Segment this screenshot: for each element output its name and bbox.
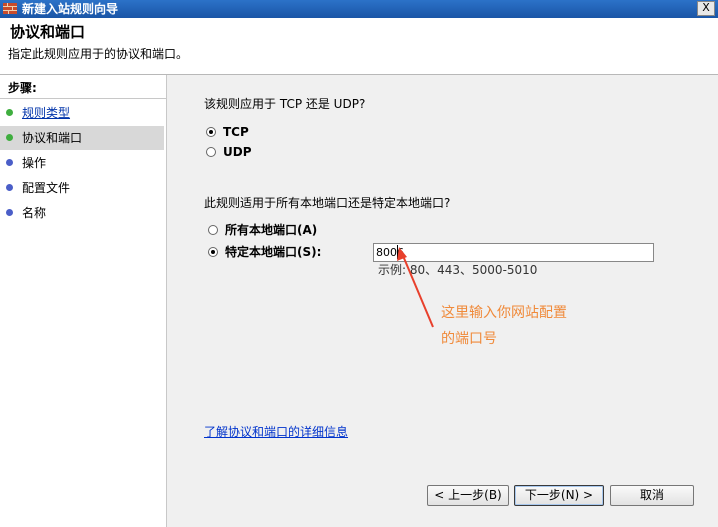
step-action: 操作 [0, 151, 164, 175]
annotation-line1: 这里输入你网站配置 [441, 305, 567, 321]
step-status-icon [6, 209, 13, 216]
step-status-icon [6, 184, 13, 191]
page-title: 协议和端口 [10, 23, 86, 41]
radio-indicator[interactable] [208, 247, 218, 257]
step-protocol-ports: 协议和端口 [0, 126, 164, 150]
radio-all-ports[interactable]: 所有本地端口(A) [206, 222, 406, 238]
firewall-icon [3, 3, 17, 14]
protocol-question: 该规则应用于 TCP 还是 UDP? [204, 97, 366, 111]
page-subtitle: 指定此规则应用于的协议和端口。 [8, 47, 189, 61]
steps-divider [0, 98, 166, 99]
cancel-button[interactable]: 取消 [610, 485, 694, 506]
step-label: 规则类型 [22, 106, 71, 120]
step-name: 名称 [0, 201, 164, 225]
step-label: 操作 [22, 156, 47, 170]
radio-udp[interactable]: UDP [204, 144, 324, 160]
radio-udp-label: UDP [223, 145, 252, 159]
learn-more-link[interactable]: 了解协议和端口的详细信息 [204, 424, 348, 440]
step-status-icon [6, 134, 13, 141]
radio-indicator[interactable] [206, 127, 216, 137]
radio-indicator[interactable] [206, 147, 216, 157]
step-label: 协议和端口 [22, 131, 83, 145]
radio-specific-ports[interactable]: 特定本地端口(S): [206, 244, 366, 260]
annotation-line2: 的端口号 [441, 331, 497, 347]
radio-specific-ports-label: 特定本地端口(S): [225, 245, 322, 259]
radio-indicator[interactable] [208, 225, 218, 235]
step-rule-type[interactable]: 规则类型 [0, 101, 164, 125]
step-label: 配置文件 [22, 181, 71, 195]
annotation-arrow [397, 247, 434, 328]
close-button[interactable]: X [697, 1, 715, 16]
steps-heading: 步骤: [8, 81, 37, 95]
back-button[interactable]: < 上一步(B) [427, 485, 509, 506]
step-label: 名称 [22, 206, 47, 220]
step-status-icon [6, 159, 13, 166]
radio-all-ports-label: 所有本地端口(A) [225, 223, 318, 237]
step-status-icon [6, 109, 13, 116]
ports-question: 此规则适用于所有本地端口还是特定本地端口? [204, 196, 451, 210]
next-button[interactable]: 下一步(N) > [514, 485, 604, 506]
radio-tcp[interactable]: TCP [204, 124, 324, 140]
radio-tcp-label: TCP [223, 125, 249, 139]
window-title: 新建入站规则向导 [22, 2, 119, 16]
step-profile: 配置文件 [0, 176, 164, 200]
